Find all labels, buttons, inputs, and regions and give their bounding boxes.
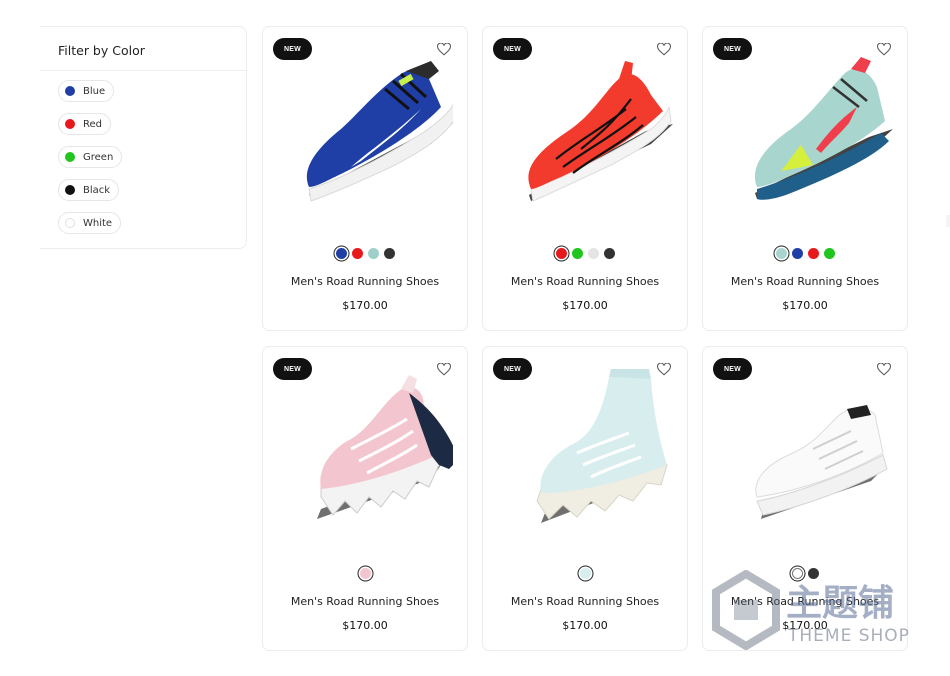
- green-dot-icon: [65, 152, 75, 162]
- color-filter-panel: Filter by Color Blue Red Green Black Whi…: [40, 26, 247, 249]
- product-price: $170.00: [562, 619, 608, 632]
- edge-fragment: [946, 215, 950, 227]
- product-card[interactable]: NEW Men's Road Running Shoes $170.00: [482, 26, 688, 331]
- product-title[interactable]: Men's Road Running Shoes: [483, 595, 687, 608]
- blue-dot-icon: [65, 86, 75, 96]
- sneaker-image: [755, 405, 888, 519]
- product-price: $170.00: [342, 619, 388, 632]
- swatch-black[interactable]: [807, 568, 819, 579]
- color-filter-black[interactable]: Black: [58, 179, 120, 201]
- platform-sneaker-image: [536, 369, 668, 523]
- product-card[interactable]: NEW Men's Road Running Shoes $170.00: [262, 26, 468, 331]
- color-filter-label: Blue: [83, 85, 106, 97]
- product-title[interactable]: Men's Road Running Shoes: [263, 275, 467, 288]
- product-price: $170.00: [782, 299, 828, 312]
- product-card[interactable]: NEW Men's Road Running Shoes $170.00: [702, 346, 908, 651]
- color-filter-label: White: [83, 217, 113, 229]
- swatch-mint[interactable]: [367, 248, 379, 259]
- product-card[interactable]: NEW Men's Road Running Shoes $170.00: [702, 26, 908, 331]
- color-filter-red[interactable]: Red: [58, 113, 111, 135]
- color-filter-green[interactable]: Green: [58, 146, 123, 168]
- swatch-white[interactable]: [791, 568, 803, 579]
- product-card[interactable]: NEW Men's Road Running Shoes $170.00: [262, 346, 468, 651]
- swatch-red[interactable]: [807, 248, 819, 259]
- swatch-blue[interactable]: [791, 248, 803, 259]
- product-title[interactable]: Men's Road Running Shoes: [483, 275, 687, 288]
- color-swatches: [703, 568, 907, 579]
- running-shoe-image: [306, 61, 453, 202]
- product-card[interactable]: NEW Men's Road Running Shoes $170.00: [482, 346, 688, 651]
- platform-sneaker-image: [317, 375, 453, 519]
- running-shoe-image: [528, 61, 673, 202]
- color-filter-label: Red: [83, 118, 102, 130]
- color-filter-label: Green: [83, 151, 114, 163]
- swatch-white[interactable]: [587, 248, 599, 259]
- color-swatches: [483, 248, 687, 259]
- filter-divider: [40, 70, 246, 71]
- swatch-pink[interactable]: [359, 568, 371, 579]
- color-filter-label: Black: [83, 184, 111, 196]
- white-dot-icon: [65, 218, 75, 228]
- color-swatches: [703, 248, 907, 259]
- swatch-light-blue[interactable]: [579, 568, 591, 579]
- swatch-black[interactable]: [603, 248, 615, 259]
- swatch-red[interactable]: [351, 248, 363, 259]
- color-swatches: [263, 248, 467, 259]
- color-filter-blue[interactable]: Blue: [58, 80, 115, 102]
- swatch-mint[interactable]: [775, 248, 787, 259]
- swatch-black[interactable]: [383, 248, 395, 259]
- swatch-green[interactable]: [571, 248, 583, 259]
- color-swatches: [483, 568, 687, 579]
- product-price: $170.00: [342, 299, 388, 312]
- swatch-green[interactable]: [823, 248, 835, 259]
- swatch-red[interactable]: [555, 248, 567, 259]
- filter-title: Filter by Color: [58, 43, 145, 58]
- color-swatches: [263, 568, 467, 579]
- product-title[interactable]: Men's Road Running Shoes: [263, 595, 467, 608]
- black-dot-icon: [65, 185, 75, 195]
- product-title[interactable]: Men's Road Running Shoes: [703, 595, 907, 608]
- product-price: $170.00: [562, 299, 608, 312]
- running-shoe-image: [754, 57, 893, 200]
- color-filter-white[interactable]: White: [58, 212, 122, 234]
- swatch-blue[interactable]: [335, 248, 347, 259]
- red-dot-icon: [65, 119, 75, 129]
- product-price: $170.00: [782, 619, 828, 632]
- product-title[interactable]: Men's Road Running Shoes: [703, 275, 907, 288]
